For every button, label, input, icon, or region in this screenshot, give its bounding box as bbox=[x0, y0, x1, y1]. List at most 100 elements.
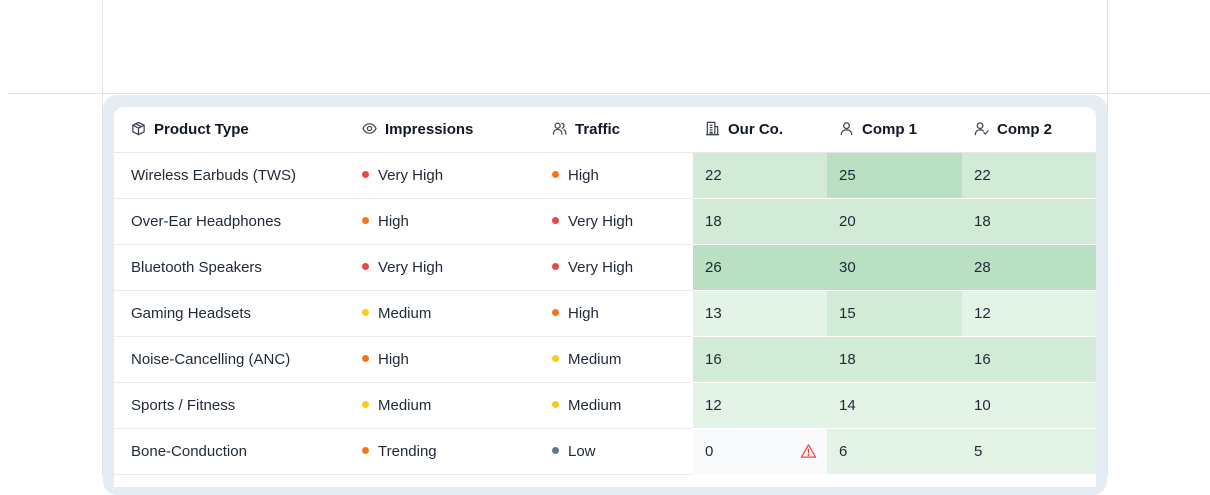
traffic-cell: Medium bbox=[535, 382, 693, 429]
comp2-score-cell: 18 bbox=[962, 198, 1096, 245]
warning-icon[interactable] bbox=[800, 443, 817, 459]
table-row[interactable]: Wireless Earbuds (TWS) Very High High 22 25 2… bbox=[114, 152, 1096, 199]
our-co-score-cell: 12 bbox=[693, 382, 827, 429]
score-value: 0 bbox=[705, 443, 714, 460]
comp2-score-cell: 28 bbox=[962, 244, 1096, 291]
traffic-cell: Low bbox=[535, 428, 693, 475]
guide-line-top bbox=[8, 93, 1210, 94]
table-row[interactable]: Bluetooth Speakers Very High Very High 26 30… bbox=[114, 244, 1096, 291]
level-dot-icon bbox=[552, 263, 559, 270]
score-value: 5 bbox=[974, 443, 983, 460]
table-row[interactable]: Bone-Conduction Trending Low 0 6 5 bbox=[114, 428, 1096, 475]
traffic-level: Very High bbox=[568, 259, 634, 276]
comp1-score-cell: 15 bbox=[827, 290, 962, 337]
user-icon bbox=[839, 121, 854, 136]
level-dot-icon bbox=[362, 309, 369, 316]
comp1-score-cell: 30 bbox=[827, 244, 962, 291]
column-header-impressions[interactable]: Impressions bbox=[345, 107, 535, 153]
column-header-label: Product Type bbox=[154, 121, 249, 138]
level-dot-icon bbox=[552, 309, 559, 316]
column-header-label: Traffic bbox=[575, 121, 621, 138]
product-type-cell: Noise-Cancelling (ANC) bbox=[114, 336, 345, 383]
score-value: 22 bbox=[974, 167, 991, 184]
level-dot-icon bbox=[552, 171, 559, 178]
our-co-score-cell: 16 bbox=[693, 336, 827, 383]
traffic-level: Low bbox=[568, 443, 596, 460]
traffic-cell: Medium bbox=[535, 336, 693, 383]
score-value: 13 bbox=[705, 305, 722, 322]
product-comparison-table: Product Type Impressions Traffic Our Co.… bbox=[114, 107, 1096, 475]
eye-icon bbox=[362, 121, 377, 136]
product-type-cell: Over-Ear Headphones bbox=[114, 198, 345, 245]
level-dot-icon bbox=[362, 263, 369, 270]
traffic-level: High bbox=[568, 167, 599, 184]
column-header-label: Impressions bbox=[385, 121, 474, 138]
impressions-level: Very High bbox=[378, 259, 444, 276]
score-value: 22 bbox=[705, 167, 722, 184]
level-dot-icon bbox=[362, 447, 369, 454]
impressions-level: Medium bbox=[378, 397, 432, 414]
column-header-traffic[interactable]: Traffic bbox=[535, 107, 693, 153]
traffic-level: Medium bbox=[568, 351, 622, 368]
column-header-comp-1[interactable]: Comp 1 bbox=[827, 107, 962, 153]
impressions-cell: High bbox=[345, 336, 535, 383]
product-type-cell: Wireless Earbuds (TWS) bbox=[114, 152, 345, 199]
score-value: 18 bbox=[974, 213, 991, 230]
impressions-level: High bbox=[378, 213, 409, 230]
score-value: 12 bbox=[705, 397, 722, 414]
impressions-level: Trending bbox=[378, 443, 437, 460]
our-co-score-cell: 22 bbox=[693, 152, 827, 199]
score-value: 14 bbox=[839, 397, 856, 414]
traffic-level: Very High bbox=[568, 213, 634, 230]
impressions-cell: High bbox=[345, 198, 535, 245]
level-dot-icon bbox=[362, 217, 369, 224]
header-row: Product Type Impressions Traffic Our Co.… bbox=[114, 107, 1096, 153]
comp1-score-cell: 25 bbox=[827, 152, 962, 199]
traffic-cell: High bbox=[535, 152, 693, 199]
score-value: 15 bbox=[839, 305, 856, 322]
column-header-label: Our Co. bbox=[728, 121, 783, 138]
score-value: 10 bbox=[974, 397, 991, 414]
comp1-score-cell: 6 bbox=[827, 428, 962, 475]
product-type-cell: Bone-Conduction bbox=[114, 428, 345, 475]
our-co-score-cell: 18 bbox=[693, 198, 827, 245]
impressions-cell: Medium bbox=[345, 290, 535, 337]
table-row[interactable]: Gaming Headsets Medium High 13 15 12 bbox=[114, 290, 1096, 337]
traffic-cell: High bbox=[535, 290, 693, 337]
level-dot-icon bbox=[362, 355, 369, 362]
score-value: 30 bbox=[839, 259, 856, 276]
impressions-level: High bbox=[378, 351, 409, 368]
comp2-score-cell: 16 bbox=[962, 336, 1096, 383]
guide-line-right bbox=[1107, 0, 1108, 476]
level-dot-icon bbox=[552, 217, 559, 224]
comp1-score-cell: 14 bbox=[827, 382, 962, 429]
table-body: Wireless Earbuds (TWS) Very High High 22 25 2… bbox=[114, 152, 1096, 475]
score-value: 28 bbox=[974, 259, 991, 276]
column-header-comp-2[interactable]: Comp 2 bbox=[962, 107, 1096, 153]
score-value: 25 bbox=[839, 167, 856, 184]
score-value: 16 bbox=[705, 351, 722, 368]
our-co-score-cell: 13 bbox=[693, 290, 827, 337]
score-value: 20 bbox=[839, 213, 856, 230]
column-header-label: Comp 1 bbox=[862, 121, 918, 138]
traffic-cell: Very High bbox=[535, 244, 693, 291]
level-dot-icon bbox=[552, 401, 559, 408]
table-row[interactable]: Noise-Cancelling (ANC) High Medium 16 18 16 bbox=[114, 336, 1096, 383]
column-header-our-co[interactable]: Our Co. bbox=[693, 107, 827, 153]
product-type-cell: Sports / Fitness bbox=[114, 382, 345, 429]
table-row[interactable]: Over-Ear Headphones High Very High 18 20 18 bbox=[114, 198, 1096, 245]
traffic-level: High bbox=[568, 305, 599, 322]
score-value: 12 bbox=[974, 305, 991, 322]
column-header-product-type[interactable]: Product Type bbox=[114, 107, 345, 153]
traffic-cell: Very High bbox=[535, 198, 693, 245]
comp2-score-cell: 5 bbox=[962, 428, 1096, 475]
table-row[interactable]: Sports / Fitness Medium Medium 12 14 10 bbox=[114, 382, 1096, 429]
comp2-score-cell: 22 bbox=[962, 152, 1096, 199]
product-type-cell: Bluetooth Speakers bbox=[114, 244, 345, 291]
impressions-cell: Very High bbox=[345, 244, 535, 291]
score-value: 6 bbox=[839, 443, 848, 460]
building-icon bbox=[705, 121, 720, 136]
level-dot-icon bbox=[362, 401, 369, 408]
impressions-level: Medium bbox=[378, 305, 432, 322]
package-icon bbox=[131, 121, 146, 136]
